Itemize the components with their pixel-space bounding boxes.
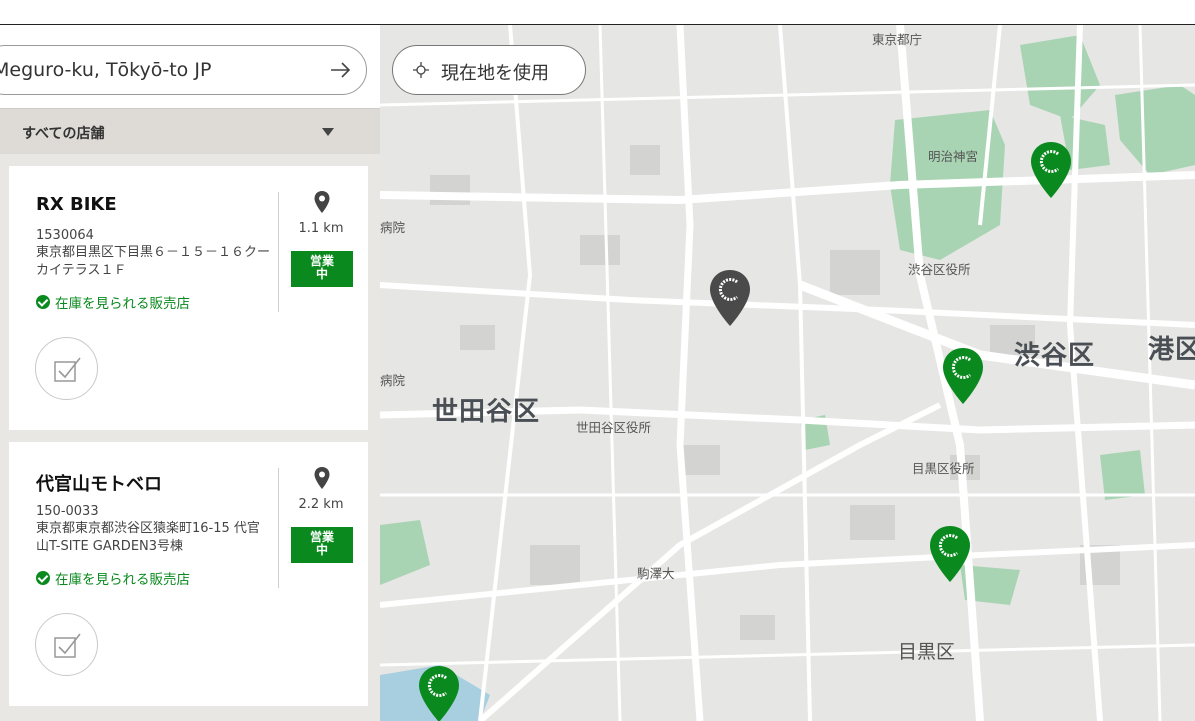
arrow-right-icon[interactable] — [328, 58, 352, 82]
store-filter-label: すべての店舗 — [22, 126, 105, 142]
store-zip: 1530064 — [36, 228, 94, 243]
crosshair-icon — [413, 62, 429, 78]
check-circle-icon — [36, 571, 50, 585]
use-current-location-button[interactable]: 現在地を使用 — [392, 45, 586, 95]
search-area — [0, 32, 380, 108]
map-label-setagaya-office: 世田谷区役所 — [576, 420, 652, 435]
stock-available-label: 在庫を見られる販売店 — [36, 292, 190, 312]
location-pin-icon — [314, 467, 330, 489]
map-label-meiji: 明治神宮 — [928, 149, 979, 164]
map-label-minato: 港区 — [1148, 335, 1195, 365]
caret-down-icon — [322, 128, 334, 136]
store-address: 東京都東京都渋谷区猿楽町16-15 代官山T-SITE GARDEN3号棟 — [36, 521, 260, 554]
store-list-panel: すべての店舗 RX BIKE 1530064 東京都目黒区下目黒６－１５－１６ク… — [0, 32, 380, 721]
compare-check-icon — [54, 633, 81, 658]
store-distance: 2.2 km — [298, 497, 344, 512]
stock-available-text: 在庫を見られる販売店 — [55, 296, 190, 312]
store-name[interactable]: 代官山モトベロ — [36, 470, 162, 496]
use-current-location-label: 現在地を使用 — [441, 63, 549, 84]
card-divider — [278, 468, 279, 588]
map-canvas[interactable] — [380, 25, 1195, 721]
store-marker[interactable] — [929, 525, 971, 583]
store-marker[interactable] — [942, 347, 984, 405]
compare-check-icon — [54, 357, 81, 382]
stock-available-text: 在庫を見られる販売店 — [55, 572, 190, 588]
map-label-meguro: 目黒区 — [898, 641, 956, 663]
store-address: 東京都目黒区下目黒６－１５－１６クーカイテラス１Ｆ — [36, 245, 271, 278]
location-search-box[interactable] — [0, 45, 367, 95]
store-marker[interactable] — [1030, 141, 1072, 199]
store-zip: 150-0033 — [36, 504, 99, 519]
store-card[interactable]: 代官山モトベロ 150-0033 東京都東京都渋谷区猿楽町16-15 代官山T-… — [9, 442, 368, 706]
store-distance: 1.1 km — [298, 221, 344, 236]
check-circle-icon — [36, 295, 50, 309]
store-map[interactable]: 東京都庁 明治神宮 渋谷区役所 渋谷区 港区 世田谷区 世田谷区役所 目黒区役所… — [380, 25, 1195, 721]
map-label-hospital: 病院 — [380, 220, 406, 235]
park-ebisu — [1100, 450, 1145, 500]
open-status-badge: 営業 中 — [291, 527, 353, 563]
map-label-tokyo: 東京都庁 — [872, 32, 923, 47]
map-label-meguro-office: 目黒区役所 — [912, 461, 975, 476]
map-label-hospital: 病院 — [380, 373, 406, 388]
selected-store-marker[interactable] — [709, 269, 751, 327]
map-label-setagaya: 世田谷区 — [432, 397, 541, 427]
map-label-shibuya: 渋谷区 — [1014, 341, 1096, 371]
store-name[interactable]: RX BIKE — [36, 194, 117, 215]
store-card[interactable]: RX BIKE 1530064 東京都目黒区下目黒６－１５－１６クーカイテラス１… — [9, 166, 368, 430]
map-label-komazawa: 駒澤大 — [637, 566, 675, 581]
stock-available-label: 在庫を見られる販売店 — [36, 568, 190, 588]
store-filter-dropdown[interactable]: すべての店舗 — [0, 108, 380, 154]
compare-button[interactable] — [35, 337, 98, 400]
browser-top-bar — [0, 0, 1195, 25]
open-status-badge: 営業 中 — [291, 251, 353, 287]
location-pin-icon — [314, 191, 330, 213]
compare-button[interactable] — [35, 613, 98, 676]
location-search-input[interactable] — [0, 46, 313, 94]
map-label-shibuya-office: 渋谷区役所 — [908, 262, 971, 277]
card-divider — [278, 192, 279, 312]
store-marker[interactable] — [418, 665, 460, 721]
